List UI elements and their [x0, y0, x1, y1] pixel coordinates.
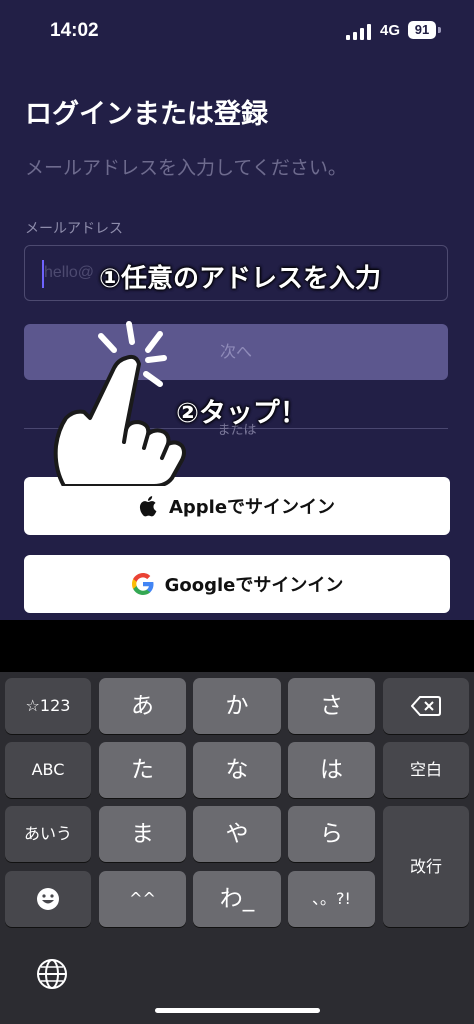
backspace-icon	[410, 696, 441, 716]
key-ma[interactable]: ま	[99, 806, 186, 862]
key-wa[interactable]: わ_	[193, 871, 281, 927]
google-icon	[131, 573, 154, 595]
key-ra[interactable]: ら	[288, 806, 375, 862]
key-kaomoji[interactable]: ^^	[99, 871, 186, 927]
google-signin-button[interactable]: Googleでサインイン	[24, 555, 450, 613]
key-ha[interactable]: は	[288, 742, 375, 798]
network-type: 4G	[380, 22, 401, 39]
delete-key[interactable]	[383, 678, 469, 734]
emoji-key[interactable]	[5, 871, 91, 927]
page-subtitle: メールアドレスを入力してください。	[25, 157, 347, 179]
email-label: メールアドレス	[25, 221, 123, 237]
key-abc[interactable]: ABC	[5, 742, 91, 798]
annotation-step2: ②タップ！	[176, 398, 307, 429]
annotation-step1: ①任意のアドレスを入力	[99, 264, 382, 294]
status-bar: 14:02 4G 91	[0, 0, 474, 62]
globe-icon[interactable]	[36, 958, 68, 990]
status-time: 14:02	[50, 20, 99, 41]
key-na[interactable]: な	[193, 742, 281, 798]
key-punctuation[interactable]: 、。?!	[288, 871, 375, 927]
key-sa[interactable]: さ	[288, 678, 375, 734]
battery-icon: 91	[408, 21, 436, 39]
key-return[interactable]: 改行	[383, 806, 469, 927]
key-ka[interactable]: か	[193, 678, 281, 734]
login-screen: 14:02 4G 91 ログインまたは登録 メールアドレスを入力してください。 …	[0, 0, 474, 620]
keyboard-accessory-bar	[0, 620, 474, 672]
key-hiragana[interactable]: あいう	[5, 806, 91, 862]
email-placeholder: hello@	[44, 264, 95, 281]
page-title: ログインまたは登録	[25, 99, 268, 130]
apple-icon	[139, 496, 157, 517]
emoji-icon	[37, 888, 59, 910]
key-ya[interactable]: や	[193, 806, 281, 862]
apple-signin-label: Appleでサインイン	[168, 497, 336, 518]
key-space[interactable]: 空白	[383, 742, 469, 798]
google-signin-label: Googleでサインイン	[164, 575, 344, 596]
home-indicator	[155, 1008, 320, 1013]
signal-icon	[346, 24, 371, 40]
battery-tip	[438, 27, 441, 33]
tap-hand-icon	[53, 321, 186, 486]
key-numbers[interactable]: ☆123	[5, 678, 91, 734]
key-ta[interactable]: た	[99, 742, 186, 798]
key-a[interactable]: あ	[99, 678, 186, 734]
